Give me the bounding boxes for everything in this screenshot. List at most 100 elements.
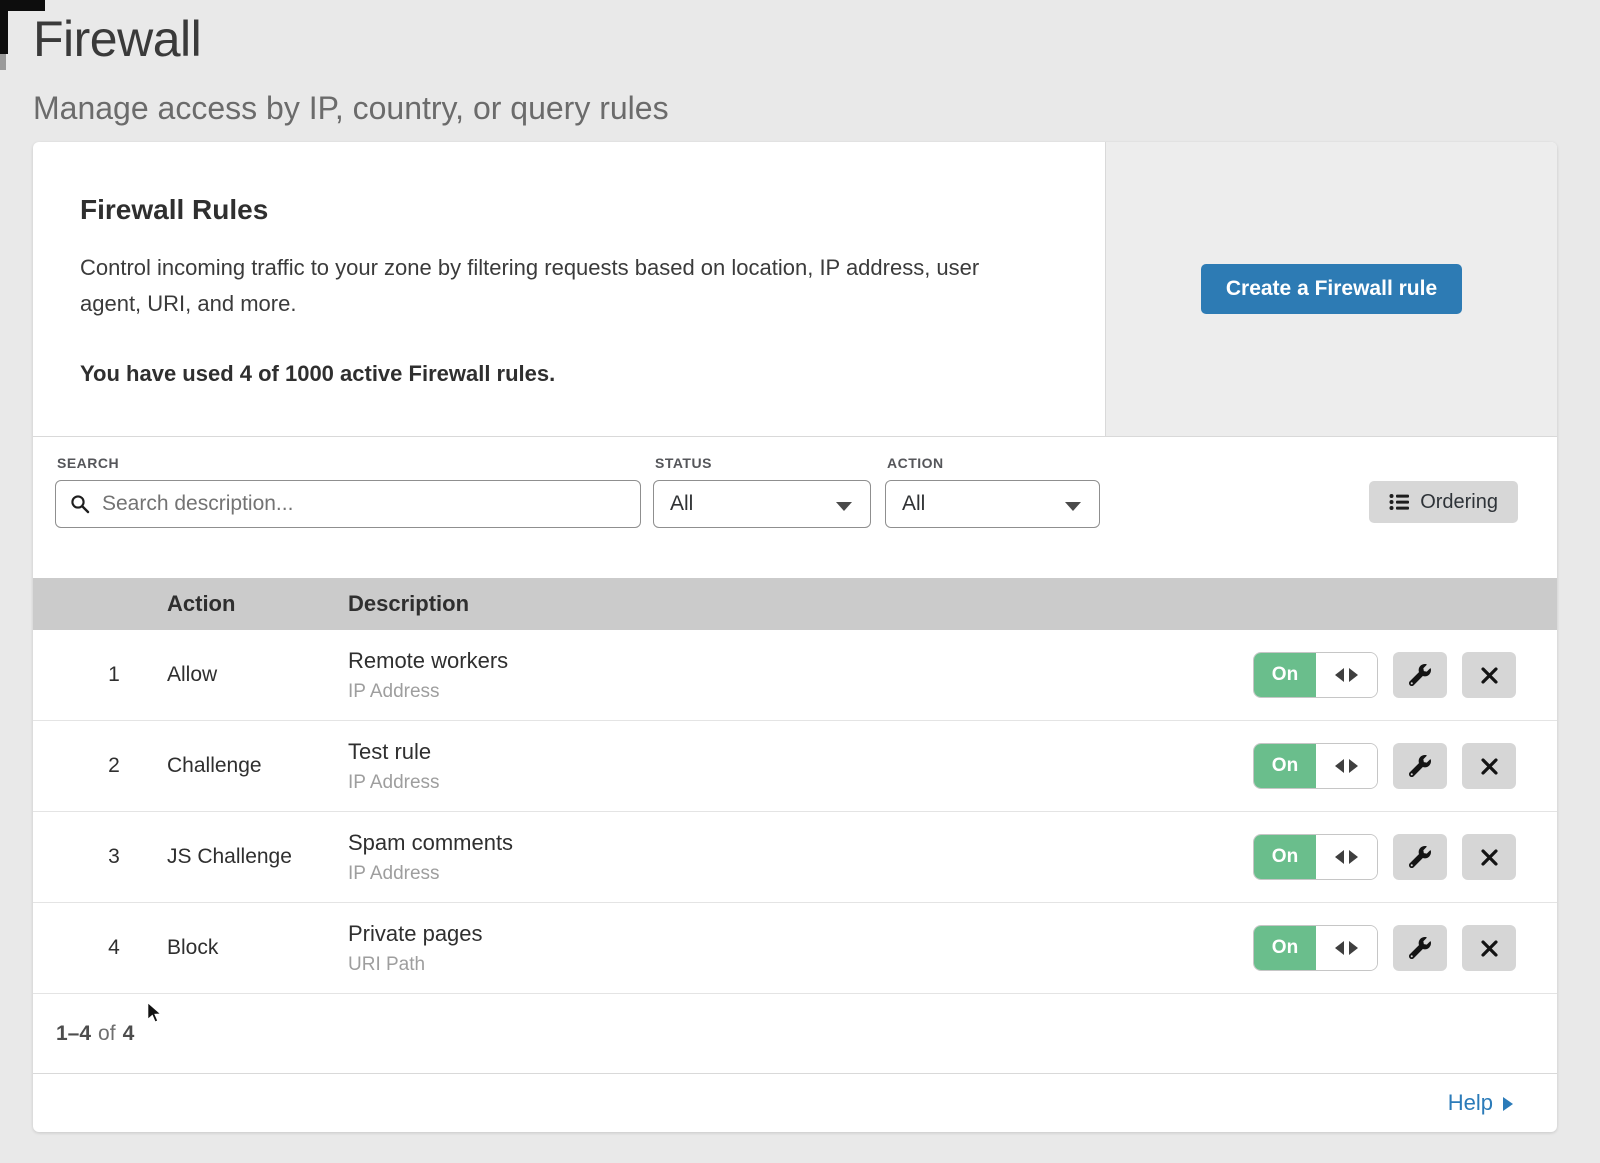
arrow-right-icon [1349,759,1358,773]
rule-description-cell: Test rule IP Address [348,739,1253,794]
delete-rule-button[interactable] [1462,652,1516,698]
table-row: 4 Block Private pages URI Path On [33,903,1557,994]
search-filter-group: SEARCH [55,455,641,528]
edit-rule-button[interactable] [1393,652,1447,698]
pagination-of-label: of [98,1022,116,1046]
toggle-handle [1316,744,1377,788]
rule-controls: On [1253,834,1557,880]
rule-priority: 1 [33,663,167,687]
rule-description: Remote workers [348,648,1253,674]
help-link-label: Help [1448,1090,1493,1116]
rule-controls: On [1253,652,1557,698]
rule-action: JS Challenge [167,845,348,869]
delete-rule-button[interactable] [1462,743,1516,789]
rule-priority: 3 [33,845,167,869]
rule-action: Allow [167,663,348,687]
rule-match-type: IP Address [348,772,1253,794]
table-row: 3 JS Challenge Spam comments IP Address … [33,812,1557,903]
card-heading: Firewall Rules [80,194,1057,226]
search-input[interactable] [55,480,641,528]
rule-enabled-toggle[interactable]: On [1253,743,1378,789]
toggle-on-label: On [1254,744,1316,788]
search-label: SEARCH [57,455,641,471]
toggle-handle [1316,926,1377,970]
card-footer: Help [33,1073,1557,1132]
close-icon [1480,666,1499,685]
status-label: STATUS [655,455,871,471]
toggle-on-label: On [1254,835,1316,879]
arrow-left-icon [1335,941,1344,955]
pagination-row: 1–4 of 4 [33,994,1557,1073]
rule-description-cell: Spam comments IP Address [348,830,1253,885]
toggle-on-label: On [1254,653,1316,697]
rule-match-type: URI Path [348,954,1253,976]
table-row: 1 Allow Remote workers IP Address On [33,630,1557,721]
description-column-header: Description [348,591,1253,617]
edit-rule-button[interactable] [1393,834,1447,880]
wrench-icon [1409,664,1431,686]
rule-action: Challenge [167,754,348,778]
rule-match-type: IP Address [348,863,1253,885]
create-firewall-rule-button[interactable]: Create a Firewall rule [1201,264,1462,314]
action-label: ACTION [887,455,1100,471]
wrench-icon [1409,846,1431,868]
rule-priority: 2 [33,754,167,778]
rule-description-cell: Private pages URI Path [348,921,1253,976]
delete-rule-button[interactable] [1462,834,1516,880]
toggle-handle [1316,835,1377,879]
arrow-right-icon [1503,1097,1513,1111]
rule-controls: On [1253,925,1557,971]
arrow-left-icon [1335,668,1344,682]
chevron-down-icon [1065,502,1081,511]
rule-enabled-toggle[interactable]: On [1253,652,1378,698]
screen-artifact [0,0,8,54]
table-row: 2 Challenge Test rule IP Address On [33,721,1557,812]
intro-text-block: Firewall Rules Control incoming traffic … [33,142,1105,436]
intro-section: Firewall Rules Control incoming traffic … [33,142,1557,437]
close-icon [1480,848,1499,867]
table-header-row: Action Description [33,578,1557,630]
rule-description: Spam comments [348,830,1253,856]
search-field-wrap [55,480,641,528]
usage-note: You have used 4 of 1000 active Firewall … [80,361,1057,387]
edit-rule-button[interactable] [1393,925,1447,971]
status-select[interactable]: All [653,480,871,528]
wrench-icon [1409,755,1431,777]
arrow-right-icon [1349,668,1358,682]
search-icon [70,494,90,514]
action-filter-group: ACTION All [871,455,1100,528]
screen-artifact [0,54,6,70]
filter-bar: SEARCH STATUS All ACTION All [33,437,1557,578]
pagination-range: 1–4 [56,1022,91,1046]
action-select[interactable]: All [885,480,1100,528]
arrow-right-icon [1349,941,1358,955]
page-subtitle: Manage access by IP, country, or query r… [33,90,1600,127]
ordering-list-icon [1389,493,1410,511]
ordering-button[interactable]: Ordering [1369,481,1518,523]
firewall-rules-card: Firewall Rules Control incoming traffic … [33,142,1557,1132]
rule-description: Private pages [348,921,1253,947]
rule-priority: 4 [33,936,167,960]
rule-enabled-toggle[interactable]: On [1253,834,1378,880]
arrow-left-icon [1335,759,1344,773]
rule-description: Test rule [348,739,1253,765]
ordering-button-label: Ordering [1420,491,1498,514]
action-column-header: Action [167,591,348,617]
create-rule-panel: Create a Firewall rule [1105,142,1557,436]
page-header: Firewall Manage access by IP, country, o… [0,0,1600,127]
page-title: Firewall [33,10,1600,68]
rule-match-type: IP Address [348,681,1253,703]
rule-enabled-toggle[interactable]: On [1253,925,1378,971]
edit-rule-button[interactable] [1393,743,1447,789]
delete-rule-button[interactable] [1462,925,1516,971]
action-selected-value: All [902,492,925,516]
help-link[interactable]: Help [1448,1090,1513,1116]
status-filter-group: STATUS All [641,455,871,528]
toggle-on-label: On [1254,926,1316,970]
close-icon [1480,757,1499,776]
screen-artifact [8,0,45,11]
toggle-handle [1316,653,1377,697]
rule-description-cell: Remote workers IP Address [348,648,1253,703]
wrench-icon [1409,937,1431,959]
arrow-right-icon [1349,850,1358,864]
